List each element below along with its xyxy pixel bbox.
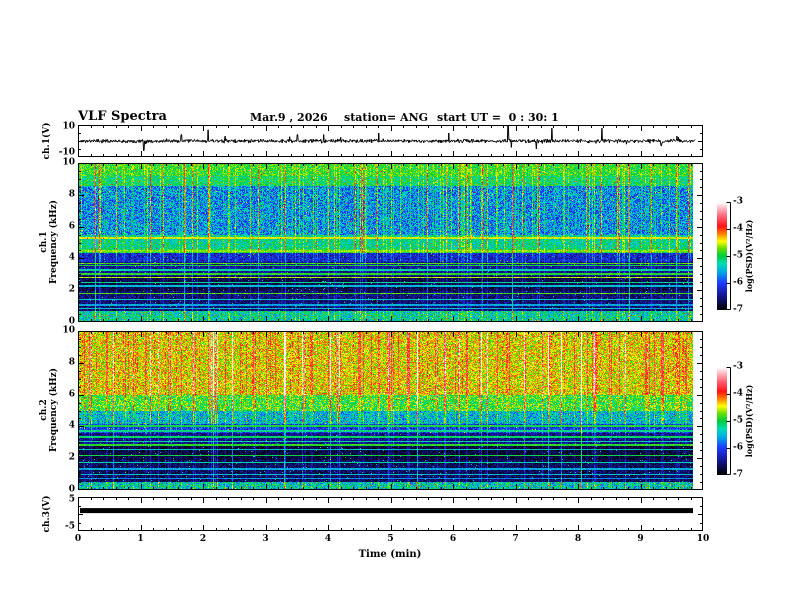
- figure-date: Mar.9 , 2026: [250, 111, 328, 124]
- colorbar1-label: log(PSD)(V²/Hz): [744, 219, 754, 293]
- ch2-frequency-axis-label: ch.2 Frequency (kHz): [39, 368, 59, 452]
- ch2-axis-label-line2: Frequency (kHz): [49, 367, 59, 453]
- spec2-ytick: 0: [68, 484, 75, 495]
- spec1-ytick: 6: [68, 221, 75, 232]
- ch1-wave-ytick: -10: [58, 147, 75, 158]
- colorbar2-tick: -7: [733, 469, 743, 480]
- spec1-ytick: 4: [68, 252, 75, 263]
- colorbar2-tick: -4: [733, 388, 743, 399]
- colorbar1: [717, 202, 733, 310]
- x-axis-tick: 3: [262, 534, 269, 544]
- ch1-axis-label-line1: ch.1: [39, 231, 49, 253]
- x-axis-tick: 7: [512, 534, 519, 544]
- x-axis-tick: 1: [137, 534, 144, 544]
- x-axis-tick: 2: [199, 534, 207, 544]
- colorbar1-tick: -7: [733, 304, 743, 315]
- ch1-wave-ytick: 10: [62, 121, 75, 132]
- spec2-ytick: 10: [62, 325, 75, 336]
- x-axis-tick: 4: [324, 534, 332, 544]
- ch3-wave-ytick: -5: [65, 521, 75, 532]
- figure-title: VLF Spectra: [78, 109, 167, 124]
- spec1-ytick: 2: [68, 284, 75, 295]
- x-axis-tick: 0: [74, 534, 82, 544]
- x-axis-tick: 8: [574, 534, 582, 544]
- colorbar2: [717, 367, 733, 475]
- ch3-voltage-axis-label: ch.3(V): [42, 495, 52, 533]
- colorbar1-tick: -5: [733, 250, 743, 261]
- vlf-spectra-figure: VLF Spectra Mar.9 , 2026 station= ANG st…: [0, 0, 792, 612]
- figure-station: station= ANG: [344, 111, 429, 124]
- figure-start-ut: start UT = 0 : 30: 1: [437, 111, 559, 124]
- x-axis-tick: 5: [387, 534, 394, 544]
- spec2-ytick: 8: [68, 357, 75, 368]
- colorbar1-tick: -4: [733, 223, 743, 234]
- x-axis-title: Time (min): [358, 549, 422, 560]
- colorbar2-tick: -5: [733, 415, 743, 426]
- spec2-ytick: 2: [68, 452, 75, 463]
- spec2-ytick: 4: [68, 420, 75, 431]
- ch1-spectrogram-plot: [78, 163, 703, 322]
- colorbar1-tick: -3: [733, 196, 743, 207]
- ch1-voltage-axis-label: ch.1(V): [42, 122, 52, 160]
- ch1-frequency-axis-label: ch.1 Frequency (kHz): [39, 200, 59, 284]
- ch1-axis-label-line2: Frequency (kHz): [49, 199, 59, 285]
- spec2-ytick: 6: [68, 389, 75, 400]
- ch3-wave-ytick: 5: [68, 494, 75, 505]
- ch3-voltage-plot: [78, 497, 703, 531]
- x-axis-tick: 10: [696, 534, 710, 544]
- colorbar2-label: log(PSD)(V²/Hz): [744, 384, 754, 458]
- ch1-voltage-waveform-plot: [78, 125, 703, 157]
- x-axis-tick: 9: [637, 534, 644, 544]
- spec1-ytick: 10: [62, 157, 75, 168]
- ch2-spectrogram-plot: [78, 331, 703, 490]
- x-axis-tick: 6: [449, 534, 457, 544]
- colorbar2-tick: -3: [733, 361, 743, 372]
- ch2-axis-label-line1: ch.2: [39, 399, 49, 421]
- colorbar2-tick: -6: [733, 442, 743, 453]
- spec1-ytick: 8: [68, 189, 75, 200]
- colorbar1-tick: -6: [733, 277, 743, 288]
